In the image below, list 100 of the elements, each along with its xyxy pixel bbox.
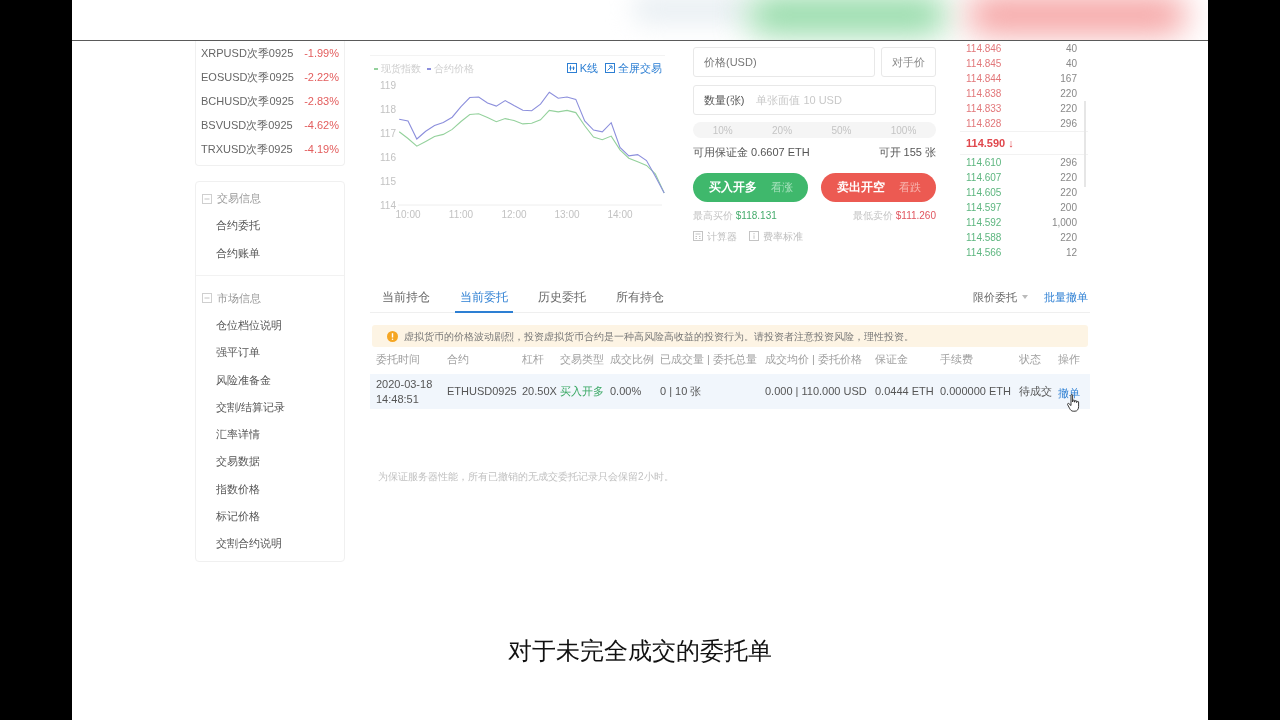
axis-label: 11:00 [448,209,474,220]
column-header: 状态 [1019,351,1042,367]
minus-square-icon[interactable] [202,293,212,304]
order-amount: 1,000 [1051,216,1077,230]
contract-name[interactable]: TRXUSD次季0925 [201,140,293,158]
sell-short-button[interactable]: 卖出开空 看跌 [821,172,936,202]
price-change: -4.62% [304,117,339,133]
order-amount: 220 [1060,231,1077,245]
order-amount: 220 [1060,87,1077,101]
contract-name[interactable]: XRPUSD次季0925 [201,44,294,62]
column-header: 保证金 [875,351,909,367]
fullscreen-link[interactable]: 全屏交易 [605,59,662,76]
order-amount: 220 [1060,186,1077,200]
contract-name[interactable]: EOSUSD次季0925 [201,68,294,86]
price-change: -1.99% [304,45,339,61]
bid-price: 114.588 [966,231,1002,245]
table-cell-text: 2020-03-18 14:48:51 [376,376,434,407]
order-amount: 200 [1060,201,1077,215]
info-icon [749,231,759,241]
column-header: 操作 [1058,351,1081,367]
ask-price: 114.828 [966,117,1002,131]
column-header: 成交均价 | 委托价格 [765,351,863,367]
menu-link[interactable]: 交割/结算记录 [216,398,286,416]
column-header: 已成交量 | 委托总量 [660,351,758,367]
table-cell-text: 0 | 10 张 [660,384,703,399]
menu-link[interactable]: 风险准备金 [216,371,271,389]
chart-icon [566,62,577,73]
column-header: 合约 [447,351,470,367]
calculator-icon [693,231,703,241]
tab[interactable]: 当前持仓 [377,283,435,313]
contract-name[interactable]: BSVUSD次季0925 [201,116,293,134]
axis-label: 117 [380,127,396,139]
menu-link[interactable]: 交割合约说明 [216,535,282,552]
caret-down-icon [1022,295,1028,299]
column-header: 委托时间 [376,351,421,367]
axis-label: 115 [380,175,396,187]
bid-price: 114.592 [966,216,1002,230]
axis-label: 10:00 [395,209,421,220]
axis-label: 119 [380,79,396,91]
order-amount: 220 [1060,171,1077,185]
ask-price: 114.833 [966,102,1002,116]
order-amount: 296 [1060,117,1077,131]
ask-price: 114.844 [966,72,1002,86]
bid-price: 114.605 [966,186,1002,200]
table-cell-text: 0.000000 ETH [940,384,1012,399]
menu-link[interactable]: 仓位档位说明 [216,317,282,334]
price-change: -2.22% [304,69,339,85]
batch-cancel-link[interactable]: 批量撤单 [1044,288,1088,306]
menu-link[interactable]: 标记价格 [216,508,260,525]
max-open-amount: 可开 155 张 [878,145,936,160]
section-title: 市场信息 [217,290,261,306]
counterparty-price-button[interactable]: 对手价 [881,47,936,77]
menu-link[interactable]: 交易数据 [216,453,260,470]
bid-price: 114.566 [966,246,1002,260]
table-cell-text: 待成交 [1019,384,1053,399]
column-header: 杠杆 [522,351,545,367]
axis-label: 12:00 [501,209,527,220]
menu-link[interactable]: 合约委托 [216,217,260,234]
kline-link[interactable]: K线 [566,59,598,76]
field-label: 价格(USD) [704,54,757,70]
bid-price: 114.610 [966,156,1002,170]
contract-name[interactable]: BCHUSD次季0925 [201,92,294,110]
axis-label: 118 [380,103,396,115]
axis-label: 114 [380,199,396,211]
table-cell-text: 0.000 | 110.000 USD [765,384,868,399]
warning-text: 虚拟货币的价格波动剧烈，投资虚拟货币合约是一种高风险高收益的投资行为。请投资者注意投资风险，理性投资。 [404,329,914,344]
ask-price: 114.838 [966,87,1002,101]
table-cell-text: 20.50X [522,384,558,399]
axis-label: 116 [380,151,396,163]
price-change: -2.83% [304,93,339,109]
table-cell-text: 买入开多 [560,384,605,399]
ask-price: 114.845 [966,57,1002,71]
tab[interactable]: 历史委托 [533,283,591,313]
order-amount: 167 [1060,72,1077,86]
axis-label: 13:00 [554,209,580,220]
order-amount: 12 [1065,246,1077,260]
last-price: 114.590 ↓ [966,135,1014,151]
cancel-order-link[interactable]: 撤单 [1058,386,1080,399]
tab[interactable]: 所有持仓 [611,283,669,313]
bid-price: 114.597 [966,201,1002,215]
table-cell-text: 0.0444 ETH [875,384,935,399]
available-margin: 可用保证金 0.6607 ETH [693,145,810,160]
axis-label: 14:00 [607,209,633,220]
price-field[interactable]: 价格(USD) [693,47,875,77]
order-amount: 40 [1065,42,1077,56]
table-cell-text: 0.00% [610,384,643,399]
minus-square-icon[interactable] [202,193,212,204]
order-type-dropdown[interactable]: 限价委托 [973,288,1028,306]
column-header: 手续费 [940,351,974,367]
ask-price: 114.846 [966,42,1002,56]
bid-price: 114.607 [966,171,1002,185]
table-cell-text: ETHUSD0925 [447,384,518,399]
warning-icon [387,330,398,342]
video-subtitle: 对于未完全成交的委托单 [508,636,772,666]
tab[interactable]: 当前委托 [455,283,513,313]
menu-link[interactable]: 指数价格 [216,480,260,498]
menu-link[interactable]: 汇率详情 [216,426,260,443]
menu-link[interactable]: 合约账单 [216,244,260,262]
menu-link[interactable]: 强平订单 [216,344,260,361]
order-amount: 296 [1060,156,1077,170]
